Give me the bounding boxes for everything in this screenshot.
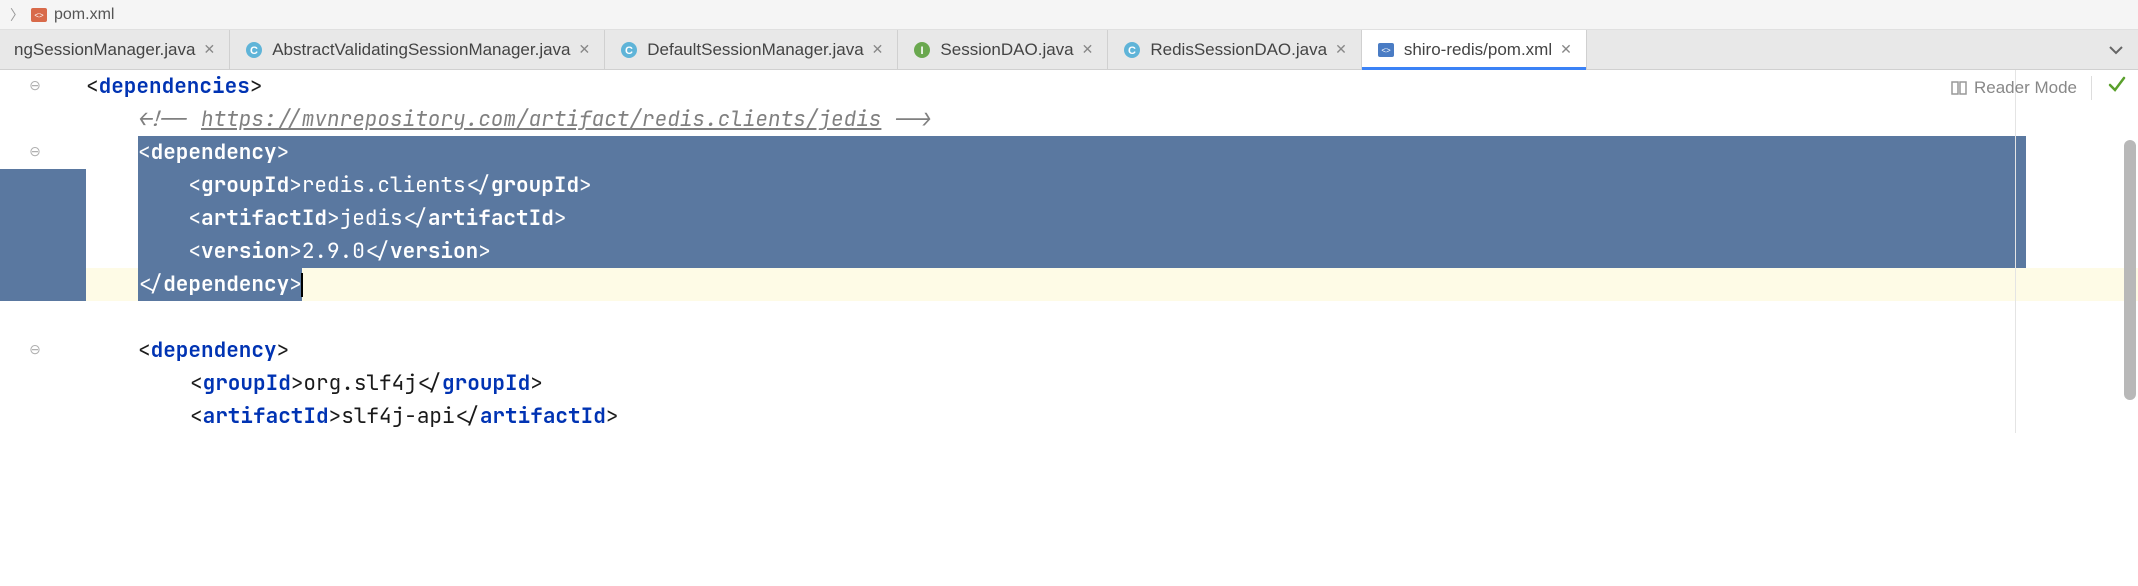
fold-toggle-icon[interactable]: ⊖ (26, 340, 44, 358)
code-line: <dependency> (56, 334, 2138, 367)
tab-sessiondao[interactable]: I SessionDAO.java ✕ (898, 30, 1108, 69)
code-line: </dependency> (56, 268, 2138, 301)
code-line: <artifactId>slf4j-api</artifactId> (56, 400, 2138, 433)
scrollbar[interactable] (2122, 70, 2138, 433)
close-icon[interactable]: ✕ (579, 41, 591, 58)
tab-abstractvalidating[interactable]: C AbstractValidatingSessionManager.java … (230, 30, 605, 69)
tab-label: DefaultSessionManager.java (647, 40, 863, 60)
code-line: <groupId>redis.clients</groupId> (56, 169, 2138, 202)
tab-label: AbstractValidatingSessionManager.java (272, 40, 570, 60)
code-line: <artifactId>jedis</artifactId> (56, 202, 2138, 235)
breadcrumb-sep-icon: 〉 (10, 5, 24, 25)
breadcrumb: 〉 <> pom.xml (0, 0, 2138, 30)
editor-top-tools: Reader Mode (1950, 74, 2128, 101)
svg-text:C: C (1128, 45, 1136, 57)
code-text[interactable]: <dependencies> <!-- https://mvnrepositor… (56, 70, 2138, 433)
close-icon[interactable]: ✕ (1335, 41, 1347, 58)
class-icon: C (619, 40, 639, 60)
close-icon[interactable]: ✕ (1082, 41, 1094, 58)
tab-redissessiondao[interactable]: C RedisSessionDAO.java ✕ (1108, 30, 1361, 69)
tab-label: ngSessionManager.java (14, 40, 195, 60)
editor-area[interactable]: Reader Mode ⊖ ⊖ ⊖ ⊖ <dependencies> <!-- … (0, 70, 2138, 433)
close-icon[interactable]: ✕ (203, 41, 215, 58)
tab-label: RedisSessionDAO.java (1150, 40, 1327, 60)
svg-text:C: C (625, 45, 633, 57)
editor-tabs: ngSessionManager.java ✕ C AbstractValida… (0, 30, 2138, 70)
breadcrumb-file[interactable]: pom.xml (54, 6, 114, 24)
fold-toggle-icon[interactable]: ⊖ (26, 142, 44, 160)
tab-ngsessionmanager[interactable]: ngSessionManager.java ✕ (0, 30, 230, 69)
code-line: <groupId>org.slf4j</groupId> (56, 367, 2138, 400)
code-line (56, 301, 2138, 334)
book-icon (1950, 79, 1968, 97)
close-icon[interactable]: ✕ (872, 41, 884, 58)
interface-icon: I (912, 40, 932, 60)
svg-text:C: C (250, 45, 258, 57)
reader-mode-label: Reader Mode (1974, 78, 2077, 98)
divider (2091, 76, 2092, 100)
fold-toggle-icon[interactable]: ⊖ (26, 76, 44, 94)
xml-file-icon: <> (30, 6, 48, 24)
class-icon: C (244, 40, 264, 60)
xml-file-icon: <> (1376, 40, 1396, 60)
svg-text:I: I (921, 45, 924, 57)
code-line: <!-- https://mvnrepository.com/artifact/… (56, 103, 2138, 136)
tab-label: shiro-redis/pom.xml (1404, 40, 1552, 60)
inspection-status-icon[interactable] (2106, 74, 2128, 101)
close-icon[interactable]: ✕ (1560, 41, 1572, 58)
reader-mode-toggle[interactable]: Reader Mode (1950, 78, 2077, 98)
tab-label: SessionDAO.java (940, 40, 1073, 60)
right-margin-guide (2015, 70, 2016, 433)
tabs-overflow-button[interactable] (2094, 30, 2138, 69)
svg-text:<>: <> (1381, 46, 1391, 55)
caret (301, 273, 303, 297)
class-icon: C (1122, 40, 1142, 60)
code-line: <version>2.9.0</version> (56, 235, 2138, 268)
code-line: <dependencies> (56, 70, 2138, 103)
svg-text:<>: <> (34, 11, 44, 20)
scrollbar-thumb[interactable] (2124, 140, 2136, 400)
tab-defaultsessionmanager[interactable]: C DefaultSessionManager.java ✕ (605, 30, 898, 69)
tab-pomxml[interactable]: <> shiro-redis/pom.xml ✕ (1362, 30, 1587, 69)
code-line: <dependency> (56, 136, 2138, 169)
